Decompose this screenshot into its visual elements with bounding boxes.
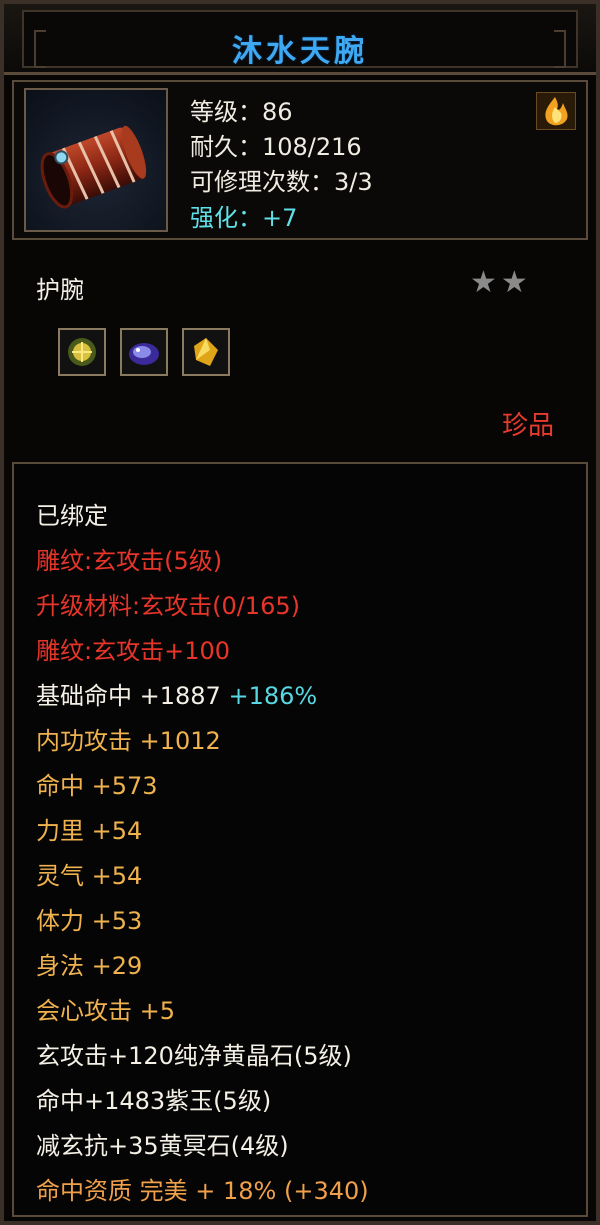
durability-text: 耐久：108/216	[190, 133, 362, 161]
hit-line: 命中 +573	[36, 772, 158, 800]
aptitude-line: 命中资质 完美 + 18% (+340)	[36, 1177, 369, 1205]
spirit-line: 灵气 +54	[36, 862, 143, 890]
bracer-icon[interactable]	[24, 88, 168, 232]
item-header: 等级：86 耐久：108/216 可修理次数：3/3 强化：+7	[12, 80, 588, 240]
item-type-label: 护腕	[36, 276, 84, 304]
gem-line-1: 玄攻击+120纯净黄晶石(5级)	[36, 1042, 352, 1070]
title-panel: 沐水天腕	[22, 10, 578, 69]
gold-gem-icon[interactable]	[182, 328, 230, 376]
agility-line: 身法 +29	[36, 952, 143, 980]
engrave-bonus-line: 雕纹:玄攻击+100	[36, 637, 231, 665]
inner-attack-line: 内功攻击 +1012	[36, 727, 221, 755]
strength-line: 力里 +54	[36, 817, 143, 845]
enhance-text: 强化：+7	[190, 204, 298, 232]
upgrade-material-line: 升级材料:玄攻击(0/165)	[36, 592, 300, 620]
level-text: 等级：86	[190, 98, 293, 126]
rarity-label: 珍品	[501, 411, 554, 441]
gem-line-2: 命中+1483紫玉(5级)	[36, 1087, 272, 1115]
yellow-gem-icon[interactable]	[58, 328, 106, 376]
star-rating: ★★	[470, 265, 532, 300]
gem-line-3: 减玄抗+35黄冥石(4级)	[36, 1132, 289, 1160]
purple-gem-icon[interactable]	[120, 328, 168, 376]
base-hit-value: 基础命中 +1887	[36, 682, 221, 710]
engrave-line: 雕纹:玄攻击(5级)	[36, 547, 223, 575]
base-hit-line: 基础命中 +1887 +186%	[36, 676, 317, 711]
crit-line: 会心攻击 +5	[36, 997, 176, 1025]
stamina-line: 体力 +53	[36, 907, 143, 935]
fire-icon	[536, 92, 576, 130]
title-bar: 沐水天腕	[4, 4, 596, 75]
base-hit-percent: +186%	[228, 682, 318, 710]
item-title: 沐水天腕	[232, 34, 368, 69]
bound-status: 已绑定	[36, 502, 108, 530]
attributes-panel: 已绑定 雕纹:玄攻击(5级) 升级材料:玄攻击(0/165) 雕纹:玄攻击+10…	[12, 462, 588, 1217]
repair-count-text: 可修理次数：3/3	[190, 168, 373, 196]
